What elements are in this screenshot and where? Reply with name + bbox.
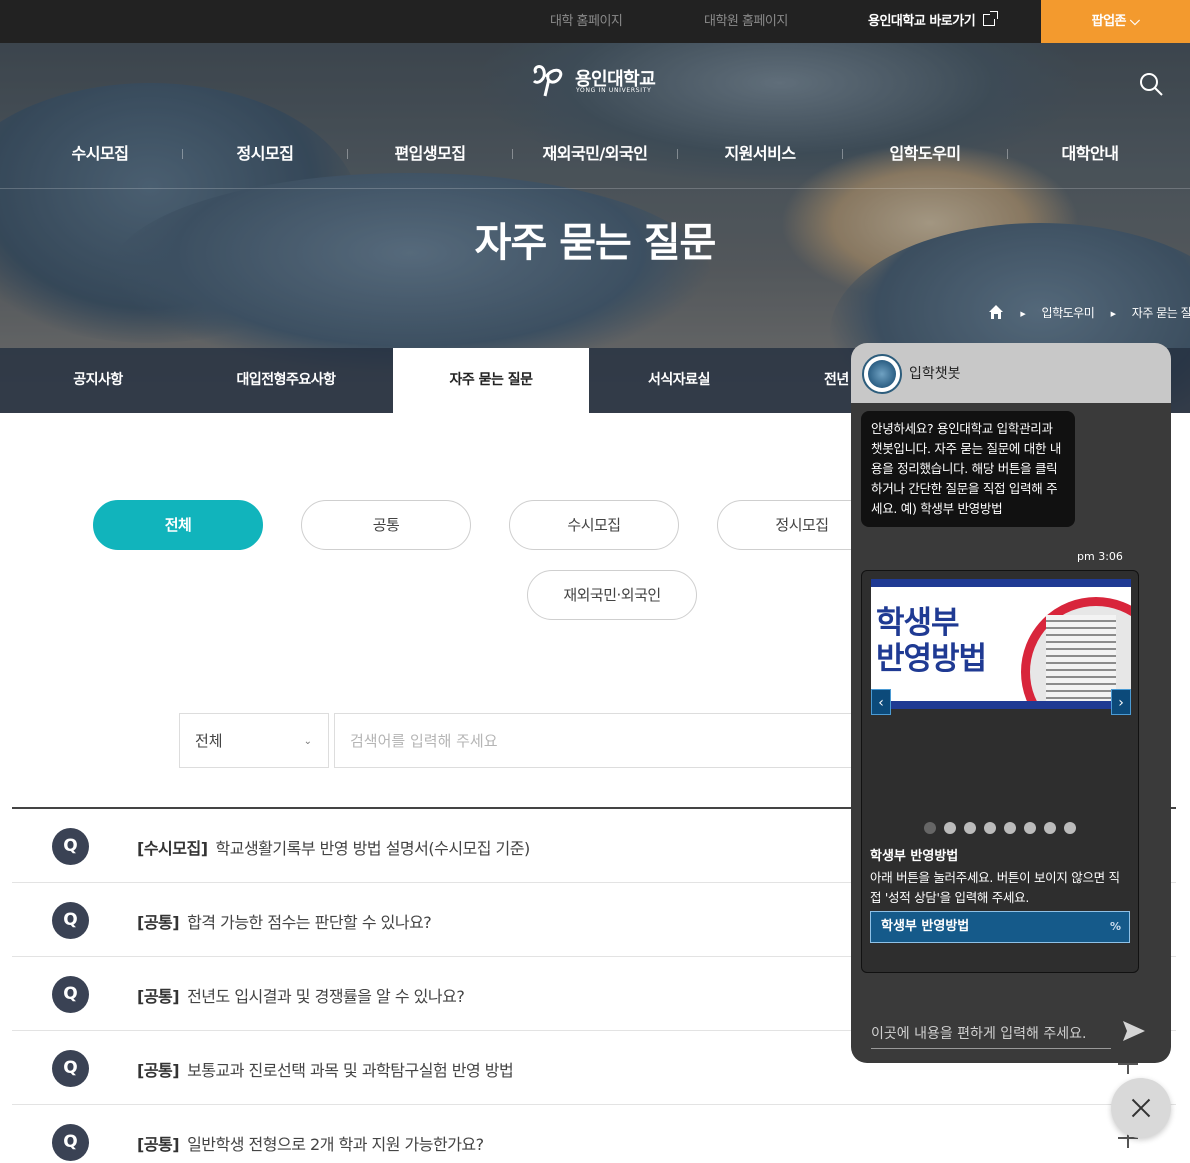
chevron-down-icon: ⌄ xyxy=(303,736,312,747)
category-common[interactable]: 공통 xyxy=(301,500,471,550)
search-input[interactable] xyxy=(334,713,874,768)
tab-faq[interactable]: 자주 묻는 질문 xyxy=(393,348,589,413)
faq-question[interactable]: 학교생활기록부 반영 방법 설명서(수시모집 기준) xyxy=(216,839,531,858)
message-time: pm 3:06 xyxy=(1077,550,1123,563)
search-scope-value: 전체 xyxy=(195,732,223,750)
category-all[interactable]: 전체 xyxy=(93,500,263,550)
gnb-item-susi[interactable]: 수시모집 xyxy=(72,140,129,166)
gnb-item-jeongsi[interactable]: 정시모집 xyxy=(237,140,294,166)
carousel-dots[interactable] xyxy=(924,819,1084,834)
chatbot-avatar xyxy=(862,354,902,394)
chatbot-greeting-bubble: 안녕하세요? 용인대학교 입학관리과 챗봇입니다. 자주 묻는 질문에 대한 내… xyxy=(861,411,1075,527)
link-university-home[interactable]: 대학 홈페이지 xyxy=(550,0,623,43)
top-utility-bar: 대학 홈페이지 대학원 홈페이지 용인대학교 바로가기 팝업존 ⌵ xyxy=(0,0,1190,43)
breadcrumb-arrow-icon: ▶ xyxy=(1020,310,1026,318)
gnb-item-support[interactable]: 지원서비스 xyxy=(724,140,796,166)
card-title: 학생부 반영방법 xyxy=(870,849,959,864)
logo-mark-icon xyxy=(532,65,563,97)
search-icon[interactable] xyxy=(1138,71,1164,97)
chatbot-close-button[interactable] xyxy=(1111,1078,1171,1138)
breadcrumb-item-faq[interactable]: 자주 묻는 질문 xyxy=(1132,306,1190,320)
category-susi[interactable]: 수시모집 xyxy=(509,500,679,550)
home-icon[interactable] xyxy=(988,304,1004,320)
carousel-dot[interactable] xyxy=(964,822,976,834)
gnb-item-transfer[interactable]: 편입생모집 xyxy=(394,140,466,166)
breadcrumb-arrow-icon: ▶ xyxy=(1110,310,1116,318)
faq-question[interactable]: 일반학생 전형으로 2개 학과 지원 가능한가요? xyxy=(187,1135,484,1154)
student-record-button[interactable]: 학생부 반영방법 % xyxy=(870,911,1130,943)
tab-notice[interactable]: 공지사항 xyxy=(0,348,196,413)
q-badge: Q xyxy=(52,976,89,1013)
q-badge: Q xyxy=(52,902,89,939)
gnb-item-about[interactable]: 대학안내 xyxy=(1062,140,1119,166)
link-graduate-home[interactable]: 대학원 홈페이지 xyxy=(704,0,788,43)
faq-question[interactable]: 합격 가능한 점수는 판단할 수 있나요? xyxy=(187,913,432,932)
faq-row[interactable]: Q [공통] 일반학생 전형으로 2개 학과 지원 가능한가요? xyxy=(12,1105,1176,1163)
tab-forms[interactable]: 서식자료실 xyxy=(581,348,777,413)
card-description: 아래 버튼을 눌러주세요. 버튼이 보이지 않으면 직접 '성적 상담'을 입력… xyxy=(870,870,1120,905)
popup-zone-button[interactable]: 팝업존 ⌵ xyxy=(1041,0,1190,43)
send-icon[interactable] xyxy=(1121,1018,1147,1044)
faq-question[interactable]: 전년도 입시결과 및 경쟁률을 알 수 있나요? xyxy=(187,987,465,1006)
faq-category: [수시모집] xyxy=(137,839,208,858)
carousel-dot[interactable] xyxy=(984,822,996,834)
chatbot-title: 입학챗봇 xyxy=(909,366,961,382)
breadcrumb: ▶ 입학도우미 ▶ 자주 묻는 질문 xyxy=(988,304,1190,324)
chatbot-card: 학생부 반영방법 ‹ › 학생부 반영방법 아래 버튼을 눌러주세요. 버튼이 보… xyxy=(861,570,1139,973)
carousel-dot[interactable] xyxy=(1044,822,1056,834)
q-badge: Q xyxy=(52,1124,89,1161)
chatbot-header: 입학챗봇 xyxy=(851,343,1171,403)
link-icon: % xyxy=(1109,920,1121,933)
student-record-button-label: 학생부 반영방법 xyxy=(881,919,970,934)
carousel-dot[interactable] xyxy=(1064,822,1076,834)
banner-title-line2: 반영방법 xyxy=(876,641,987,677)
faq-question[interactable]: 보통교과 진로선택 과목 및 과학탐구실험 반영 방법 xyxy=(187,1061,514,1080)
logo-subtitle: YONG IN UNIVERSITY xyxy=(576,87,652,94)
gnb-item-helper[interactable]: 입학도우미 xyxy=(889,140,961,166)
tab-admission-summary[interactable]: 대입전형주요사항 xyxy=(188,348,384,413)
carousel-prev-button[interactable]: ‹ xyxy=(871,689,891,715)
chatbot-window: 입학챗봇 안녕하세요? 용인대학교 입학관리과 챗봇입니다. 자주 묻는 질문에… xyxy=(851,343,1171,1063)
faq-category: [공통] xyxy=(137,1061,180,1080)
page-title: 자주 묻는 질문 xyxy=(474,220,717,266)
breadcrumb-item-helper[interactable]: 입학도우미 xyxy=(1042,306,1095,320)
faq-category: [공통] xyxy=(137,913,180,932)
carousel-dot[interactable] xyxy=(924,822,936,834)
search-scope-select[interactable]: 전체 ⌄ xyxy=(179,713,329,768)
faq-category: [공통] xyxy=(137,1135,180,1154)
carousel-dot[interactable] xyxy=(1004,822,1016,834)
q-badge: Q xyxy=(52,828,89,865)
gnb-divider xyxy=(0,188,1190,189)
banner-title-line1: 학생부 xyxy=(876,605,960,641)
link-yongin-shortcut[interactable]: 용인대학교 바로가기 xyxy=(868,0,999,43)
carousel-dot[interactable] xyxy=(944,822,956,834)
gnb-item-overseas[interactable]: 재외국민/외국인 xyxy=(543,140,648,166)
chat-message-input[interactable] xyxy=(871,1019,1111,1049)
external-link-icon xyxy=(983,11,999,26)
q-badge: Q xyxy=(52,1050,89,1087)
carousel-next-button[interactable]: › xyxy=(1111,689,1131,715)
faq-category: [공통] xyxy=(137,987,180,1006)
carousel-dot[interactable] xyxy=(1024,822,1036,834)
link-yongin-shortcut-label: 용인대학교 바로가기 xyxy=(868,14,976,29)
category-overseas[interactable]: 재외국민·외국인 xyxy=(527,570,697,620)
carousel-banner-image[interactable]: 학생부 반영방법 xyxy=(871,579,1131,709)
